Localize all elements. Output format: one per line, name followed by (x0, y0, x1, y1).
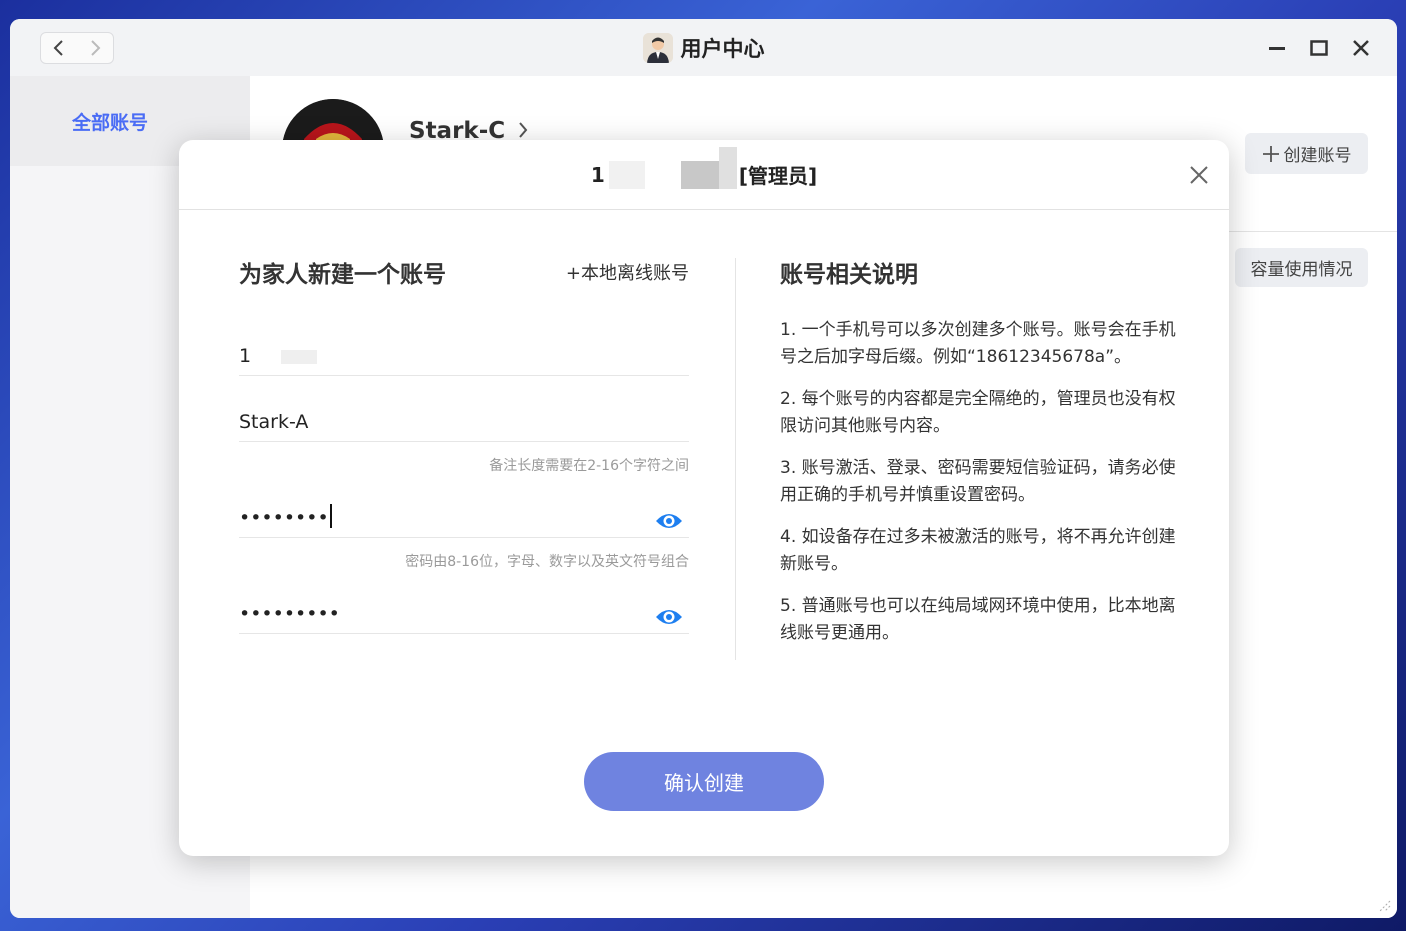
sidebar-item-label: 全部账号 (71, 111, 148, 134)
password-hint: 密码由8-16位，字母、数字以及英文符号组合 (405, 554, 689, 570)
note-item: 4. 如设备存在过多未被激活的账号，将不再允许创建新账号。 (780, 527, 1176, 574)
redacted-block (680, 160, 719, 189)
resize-grip-icon[interactable] (1377, 898, 1391, 912)
create-account-button[interactable]: 创建账号 (1245, 133, 1368, 174)
confirm-password-field[interactable]: ••••••••• (239, 585, 689, 634)
plus-icon (1262, 145, 1279, 162)
nickname-value: Stark-A (239, 411, 309, 433)
phone-value: 1 (239, 345, 318, 367)
storage-usage-label: 容量使用情况 (1250, 260, 1353, 280)
create-account-form: 为家人新建一个账号 +本地离线账号 1 Stark-A 备注长度需要在2-16个… (239, 255, 689, 634)
notes-list: 1. 一个手机号可以多次创建多个账号。账号会在手机号之后加字母后缀。例如“186… (780, 317, 1180, 647)
password-field[interactable]: •••••••• (239, 485, 689, 538)
user-center-app-icon (642, 33, 673, 63)
dialog-header: 1 [管理员] (179, 140, 1229, 210)
note-item: 2. 每个账号的内容都是完全隔绝的，管理员也没有权限访问其他账号内容。 (780, 389, 1176, 436)
window-title: 用户中心 (680, 37, 765, 61)
confirm-create-button[interactable]: 确认创建 (584, 752, 824, 811)
close-window-button[interactable] (1348, 35, 1374, 61)
notes-heading: 账号相关说明 (780, 262, 918, 288)
column-divider (735, 258, 736, 660)
maximize-icon (1310, 40, 1328, 56)
redacted-block (718, 146, 737, 189)
minimize-button[interactable] (1264, 35, 1290, 61)
chevron-right-icon (519, 122, 528, 138)
note-item: 3. 账号激活、登录、密码需要短信验证码，请务必使用正确的手机号并慎重设置密码。 (780, 458, 1176, 505)
create-account-label: 创建账号 (1283, 146, 1352, 166)
phone-field[interactable]: 1 (239, 328, 689, 376)
admin-phone-prefix: 1 (590, 162, 605, 187)
note-item: 5. 普通账号也可以在纯局域网环境中使用，比本地离线账号更通用。 (780, 596, 1176, 643)
dialog-title: 1 [管理员] (590, 146, 818, 189)
title-bar: 用户中心 (10, 19, 1397, 76)
close-icon (1353, 40, 1369, 56)
create-account-dialog: 1 [管理员] 为家人新建一个账号 +本地离线账号 1 Stark-A 备注长度… (179, 140, 1229, 856)
password-value: •••••••• (239, 504, 332, 529)
account-notes-panel: 账号相关说明 1. 一个手机号可以多次创建多个账号。账号会在手机号之后加字母后缀… (780, 255, 1180, 662)
redacted-block (608, 160, 645, 189)
redacted-block (644, 160, 681, 189)
local-offline-account-link[interactable]: +本地离线账号 (566, 259, 689, 285)
admin-role-label: [管理员] (738, 164, 818, 188)
nickname-hint: 备注长度需要在2-16个字符之间 (489, 458, 689, 474)
maximize-button[interactable] (1306, 35, 1332, 61)
minimize-icon (1269, 47, 1285, 50)
note-item: 1. 一个手机号可以多次创建多个账号。账号会在手机号之后加字母后缀。例如“186… (780, 320, 1176, 367)
close-dialog-icon[interactable] (1187, 163, 1211, 187)
show-password-eye-icon[interactable] (655, 511, 683, 531)
confirm-password-value: ••••••••• (239, 603, 340, 625)
show-confirm-password-eye-icon[interactable] (655, 607, 683, 627)
storage-usage-button[interactable]: 容量使用情况 (1235, 248, 1368, 287)
nickname-field[interactable]: Stark-A (239, 395, 689, 442)
